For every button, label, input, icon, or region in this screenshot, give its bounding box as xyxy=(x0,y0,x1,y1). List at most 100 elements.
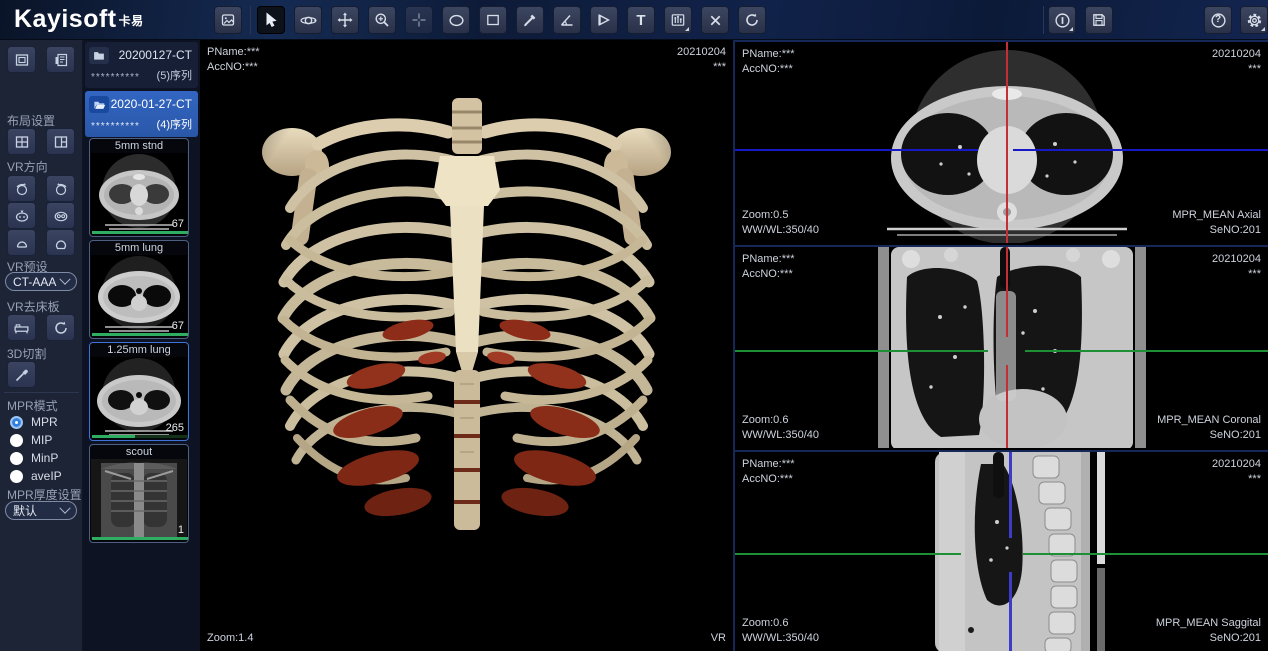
measure-icon xyxy=(522,12,538,28)
save-button[interactable] xyxy=(1085,6,1113,34)
pname-text: PName:*** xyxy=(742,458,795,470)
crosshair-v-blue[interactable] xyxy=(1009,572,1012,651)
crosshair-h-green[interactable] xyxy=(1023,553,1268,555)
help-button[interactable]: ? xyxy=(1204,6,1232,34)
text-tool-button[interactable]: T xyxy=(627,6,655,34)
settings-gear-icon xyxy=(1246,12,1263,29)
series-thumbnail[interactable]: scout 1 xyxy=(89,444,189,543)
vr-preset-select[interactable]: CT-AAA xyxy=(5,272,77,291)
crosshair-h-blue[interactable] xyxy=(1013,149,1268,151)
crosshair-h-green[interactable] xyxy=(1025,350,1268,352)
coronal-viewport[interactable]: PName:***AccNO:*** 20210204*** Zoom:0.6W… xyxy=(735,245,1268,448)
sagittal-viewport[interactable]: PName:***AccNO:*** 20210204*** Zoom:0.6W… xyxy=(735,450,1268,651)
overlay-zoom: Zoom:0.5WW/WL:350/40 xyxy=(742,208,819,238)
vr-view-back-button[interactable] xyxy=(7,229,36,256)
mpr-mode-option-aveip[interactable]: aveIP xyxy=(10,468,62,484)
mpr-thickness-select[interactable]: 默认 xyxy=(5,501,77,520)
cobb-angle-button[interactable] xyxy=(590,6,618,34)
brand-text: Kayisoft xyxy=(14,5,117,33)
wwwl-text: WW/WL:350/40 xyxy=(742,429,819,441)
layout-split-button[interactable] xyxy=(46,128,75,155)
zoom-text: Zoom:0.6 xyxy=(742,414,788,426)
window-level-button[interactable] xyxy=(664,6,692,34)
vr-rotate-right-button[interactable] xyxy=(46,175,75,202)
rect-tool-icon xyxy=(485,12,501,28)
study-date-text: 20210204 xyxy=(1212,253,1261,265)
thumbnail-progress-fill xyxy=(92,333,188,336)
crosshair-h-green[interactable] xyxy=(735,553,961,555)
seno-text: SeNO:201 xyxy=(1210,429,1261,441)
study-item[interactable]: 20200127-CT ********** (5)序列 xyxy=(85,42,198,88)
crosshair-v-red[interactable] xyxy=(1006,365,1008,448)
layout-single-button[interactable] xyxy=(7,46,36,73)
cobb-angle-icon xyxy=(596,12,612,28)
delete-button[interactable] xyxy=(701,6,729,34)
overlay-zoom: Zoom:1.4 xyxy=(207,631,253,646)
zoom-text: Zoom:0.5 xyxy=(742,209,788,221)
vr-rotate-left-button[interactable] xyxy=(7,175,36,202)
vr-view-face-icon xyxy=(53,208,69,224)
mpr-mode-option-minp[interactable]: MinP xyxy=(10,450,58,466)
rect-tool-button[interactable] xyxy=(479,6,507,34)
remove-bed-button[interactable] xyxy=(7,314,36,341)
folder-open-icon xyxy=(93,99,106,110)
mpr-mode-option-mpr[interactable]: MPR xyxy=(10,414,58,430)
crosshair-h-green[interactable] xyxy=(735,350,988,352)
layout-stack-button[interactable] xyxy=(46,46,75,73)
mpr-plane-text: MPR_MEAN Axial xyxy=(1172,209,1261,221)
layout-grid-icon xyxy=(14,134,30,150)
crosshair-icon xyxy=(411,12,427,28)
accno-text: AccNO:*** xyxy=(742,268,793,280)
settings-button[interactable] xyxy=(1240,6,1268,34)
study-title: 20200127-CT xyxy=(119,48,192,62)
measure-button[interactable] xyxy=(516,6,544,34)
viewer-2d-button[interactable] xyxy=(214,6,242,34)
zoom-button[interactable] xyxy=(368,6,396,34)
reset-button[interactable] xyxy=(738,6,766,34)
rotate-3d-button[interactable] xyxy=(294,6,322,34)
layout-grid-button[interactable] xyxy=(7,128,36,155)
vr-direction-label: VR方向 xyxy=(7,158,48,175)
accno-text: AccNO:*** xyxy=(742,63,793,75)
study-date-text: 20210204 xyxy=(1212,48,1261,60)
ellipse-tool-button[interactable] xyxy=(442,6,470,34)
mpr-mode-option-mip[interactable]: MIP xyxy=(10,432,52,448)
series-thumbnail[interactable]: 5mm lung 67 xyxy=(89,240,189,339)
thumbnail-progress-fill xyxy=(92,537,188,540)
report-button[interactable] xyxy=(1048,6,1076,34)
cut3d-button[interactable] xyxy=(7,361,36,388)
thumbnail-image-count: 67 xyxy=(172,320,184,332)
folder-box xyxy=(89,96,109,113)
scalpel-icon xyxy=(14,367,30,383)
angle-button[interactable] xyxy=(553,6,581,34)
window-level-icon xyxy=(670,12,686,28)
toolbar-separator xyxy=(250,6,251,34)
series-thumbnail-selected[interactable]: 1.25mm lung 265 xyxy=(89,342,189,441)
study-item-selected[interactable]: 2020-01-27-CT ********** (4)序列 xyxy=(85,91,198,137)
thumbnail-progress xyxy=(92,333,188,336)
bed-reset-button[interactable] xyxy=(46,314,75,341)
pan-icon xyxy=(337,12,353,28)
overlay-zoom: Zoom:0.6 WW/WL:350/40 xyxy=(742,413,819,443)
vr-view-top-button[interactable] xyxy=(7,202,36,229)
crosshair-v-red[interactable] xyxy=(1006,247,1008,337)
crosshair-h-blue[interactable] xyxy=(735,149,978,151)
crosshair-button[interactable] xyxy=(405,6,433,34)
vr-view-front-button[interactable] xyxy=(46,229,75,256)
study-series-count: (5)序列 xyxy=(157,67,192,83)
radio-label: MPR xyxy=(31,415,58,429)
dropdown-corner xyxy=(1069,27,1073,31)
axial-viewport[interactable]: PName:***AccNO:*** 20210204*** Zoom:0.5W… xyxy=(735,40,1268,243)
overlay-patient: PName:***AccNO:*** xyxy=(207,45,260,75)
series-thumbnail[interactable]: 5mm stnd 67 xyxy=(89,138,189,237)
crosshair-v-red[interactable] xyxy=(1006,42,1008,243)
thumbnail-image-count: 67 xyxy=(172,218,184,230)
vr-view-face-button[interactable] xyxy=(46,202,75,229)
pname-text: PName:*** xyxy=(742,253,795,265)
mpr-thickness-value: 默认 xyxy=(13,502,37,519)
crosshair-v-blue[interactable] xyxy=(1009,452,1012,538)
vr-viewport[interactable]: PName:***AccNO:*** 20210204*** Zoom:1.4 … xyxy=(200,40,733,651)
pan-button[interactable] xyxy=(331,6,359,34)
cursor-button[interactable] xyxy=(257,6,285,34)
overlay-zoom: Zoom:0.6WW/WL:350/40 xyxy=(742,616,819,646)
